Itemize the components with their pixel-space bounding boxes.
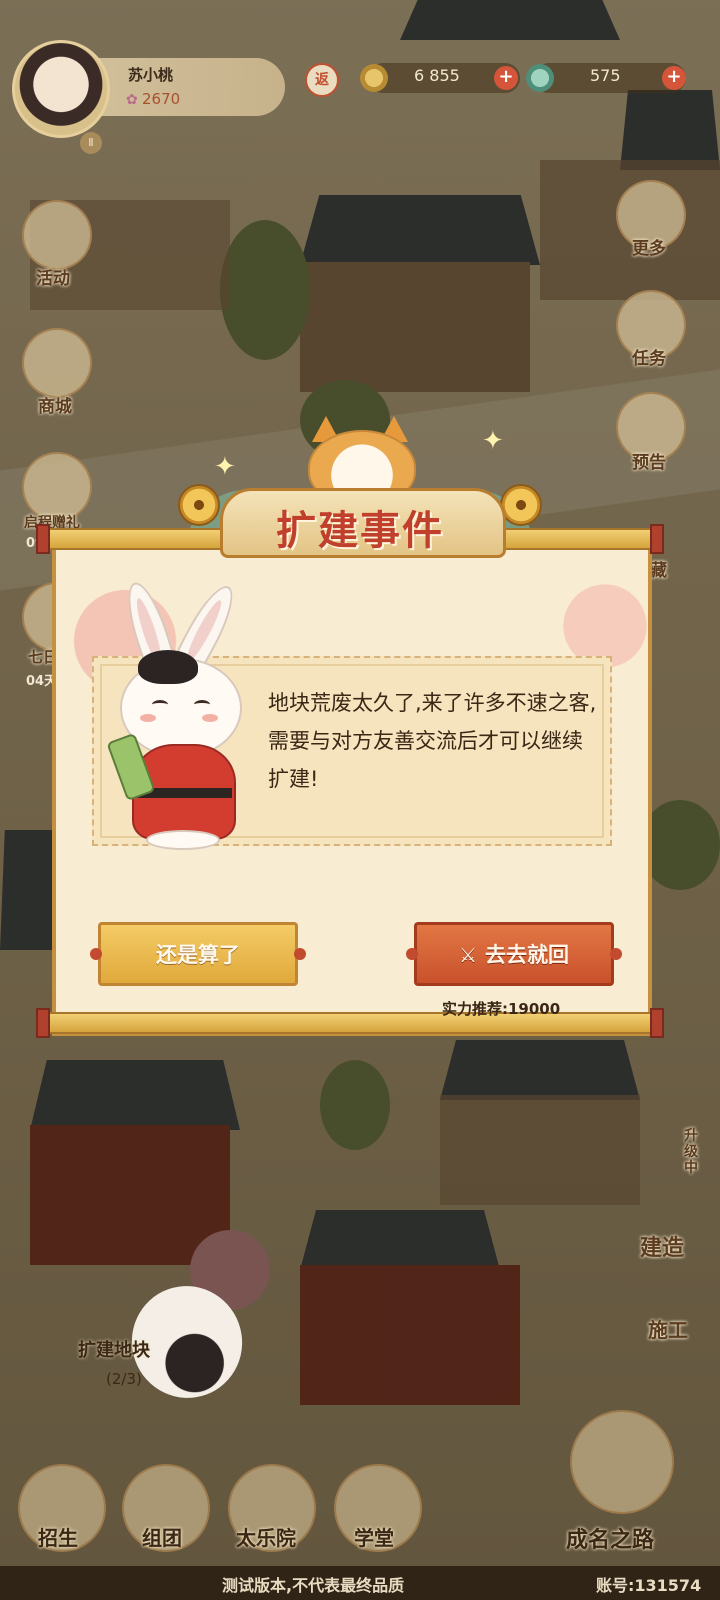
button-ornament bbox=[610, 948, 622, 960]
build-button[interactable]: 建造 bbox=[640, 1230, 684, 1262]
fame-drum-icon[interactable] bbox=[570, 1410, 674, 1514]
dialog-message: 地块荒废太久了,来了许多不速之客,需要与对方友善交流后才可以继续扩建! bbox=[268, 691, 597, 791]
jade-icon bbox=[526, 64, 554, 92]
player-power: 2670 bbox=[142, 90, 181, 108]
button-ornament bbox=[90, 948, 102, 960]
return-button[interactable]: 返 bbox=[305, 63, 339, 97]
dialog-title-banner: 扩建事件 bbox=[200, 416, 520, 558]
button-ornament bbox=[294, 948, 306, 960]
side-item-activity[interactable]: 活动 bbox=[36, 264, 70, 289]
coin-count: 6 855 bbox=[414, 66, 460, 85]
button-ornament bbox=[406, 948, 418, 960]
player-panel bbox=[80, 58, 285, 116]
side-item-more[interactable]: 更多 bbox=[632, 234, 666, 259]
add-jade-button[interactable]: + bbox=[662, 66, 686, 90]
dialog-title: 扩建事件 bbox=[276, 508, 444, 554]
jade-count: 575 bbox=[590, 66, 621, 85]
flower-icon: ✿ bbox=[126, 92, 138, 108]
activity-icon[interactable] bbox=[22, 200, 92, 270]
rod-cap bbox=[650, 1008, 664, 1038]
rabbit-character bbox=[106, 577, 250, 850]
side-item-preview[interactable]: 预告 bbox=[632, 448, 666, 473]
expand-plot-count: (2/3) bbox=[106, 1370, 142, 1388]
upgrading-label[interactable]: 升级中 bbox=[684, 1128, 702, 1176]
pause-icon[interactable]: Ⅱ bbox=[80, 132, 102, 154]
coin-icon bbox=[360, 64, 388, 92]
nav-road-to-fame[interactable]: 成名之路 bbox=[566, 1522, 654, 1554]
cancel-button[interactable]: 还是算了 bbox=[98, 922, 298, 986]
side-item-tasks[interactable]: 任务 bbox=[632, 344, 666, 369]
side-item-shop[interactable]: 商城 bbox=[38, 392, 72, 417]
rod-cap bbox=[36, 1008, 50, 1038]
player-name: 苏小桃 bbox=[128, 66, 174, 84]
add-coins-button[interactable]: + bbox=[494, 66, 518, 90]
avatar[interactable] bbox=[12, 40, 110, 138]
recommended-power: 实力推荐:19000 bbox=[442, 1000, 561, 1018]
go-button[interactable]: ⚔ 去去就回 bbox=[414, 922, 614, 986]
side-item-collection[interactable]: 藏 bbox=[650, 556, 667, 581]
crossed-swords-icon: ⚔ bbox=[459, 943, 477, 967]
scroll-rod-bottom bbox=[38, 1012, 662, 1034]
nav-recruit[interactable]: 招生 bbox=[38, 1522, 78, 1551]
account-id: 账号:131574 bbox=[596, 1576, 702, 1595]
expand-plot-label[interactable]: 扩建地块 bbox=[78, 1336, 150, 1362]
nav-music-hall[interactable]: 太乐院 bbox=[236, 1522, 296, 1551]
go-button-label: 去去就回 bbox=[484, 943, 569, 967]
nav-school[interactable]: 学堂 bbox=[354, 1522, 394, 1551]
nav-team[interactable]: 组团 bbox=[142, 1522, 182, 1551]
construction-button[interactable]: 施工 bbox=[648, 1314, 688, 1343]
test-version-notice: 测试版本,不代表最终品质 bbox=[222, 1576, 405, 1595]
rod-cap bbox=[36, 524, 50, 554]
sparkle-icon: ✦ bbox=[482, 426, 504, 456]
rod-cap bbox=[650, 524, 664, 554]
shop-icon[interactable] bbox=[22, 328, 92, 398]
